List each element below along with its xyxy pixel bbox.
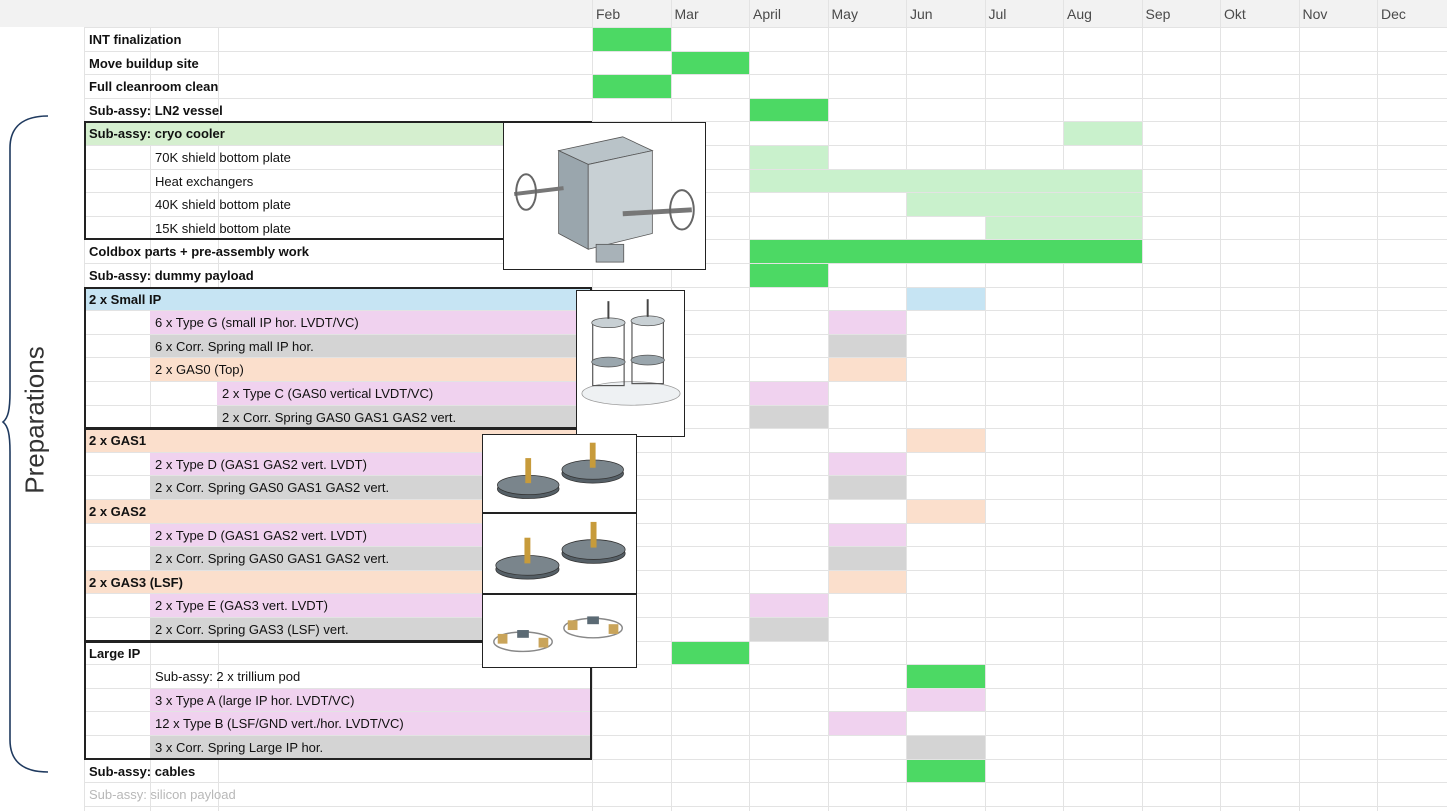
small-ip-group bbox=[84, 286, 592, 430]
schedule-bar bbox=[828, 476, 906, 499]
month-label-okt: Okt bbox=[1224, 6, 1246, 22]
h-gridline bbox=[84, 782, 1447, 784]
schedule-bar bbox=[907, 759, 985, 783]
schedule-bar bbox=[907, 500, 985, 523]
month-label-april: April bbox=[753, 6, 782, 22]
h-gridline bbox=[84, 50, 1447, 52]
schedule-bar bbox=[1064, 122, 1142, 145]
month-label-may: May bbox=[831, 6, 858, 22]
schedule-bar bbox=[671, 641, 749, 665]
cryo-cooler-render-icon bbox=[514, 136, 695, 263]
v-gridline bbox=[1298, 0, 1300, 811]
h-gridline bbox=[84, 805, 1447, 807]
schedule-bar bbox=[828, 311, 906, 334]
schedule-bar bbox=[828, 712, 906, 735]
month-label-jul: Jul bbox=[988, 6, 1007, 22]
h-gridline bbox=[84, 27, 1447, 28]
task-label: Sub-assy: cables bbox=[89, 763, 196, 779]
schedule-bar bbox=[907, 688, 985, 712]
schedule-bar bbox=[750, 618, 828, 641]
schedule-bar bbox=[828, 523, 906, 547]
small-ip-image bbox=[576, 290, 685, 437]
h-gridline bbox=[84, 74, 1447, 76]
month-label-sep: Sep bbox=[1145, 6, 1171, 22]
v-gridline bbox=[984, 0, 986, 811]
gas1-image bbox=[482, 434, 637, 513]
month-label-aug: Aug bbox=[1067, 6, 1092, 22]
small-ip-render-icon bbox=[581, 299, 681, 406]
month-label-feb: Feb bbox=[596, 6, 621, 22]
schedule-bar bbox=[907, 665, 985, 688]
task-label: Sub-assy: LN2 vessel bbox=[89, 102, 223, 118]
schedule-bar bbox=[828, 334, 906, 358]
v-gridline bbox=[1377, 0, 1378, 811]
schedule-bar bbox=[750, 264, 828, 287]
schedule-bar bbox=[750, 382, 828, 405]
v-gridline bbox=[1141, 0, 1143, 811]
schedule-bar bbox=[907, 736, 985, 759]
gas2-image bbox=[482, 513, 637, 594]
task-label: Sub-assy: dummy payload bbox=[89, 268, 254, 283]
task-label: Coldbox parts + pre-assembly work bbox=[89, 244, 309, 260]
task-label: Move buildup site bbox=[89, 55, 199, 71]
task-label: INT finalization bbox=[89, 32, 182, 47]
schedule-bar bbox=[593, 28, 671, 51]
schedule-bar bbox=[828, 452, 906, 476]
schedule-bar bbox=[985, 216, 1142, 240]
lsf-render-icon bbox=[493, 616, 623, 653]
schedule-bar bbox=[907, 193, 1142, 216]
gas-filter-render-icon bbox=[495, 521, 626, 580]
schedule-bar bbox=[593, 75, 671, 98]
schedule-bar bbox=[828, 570, 906, 594]
schedule-bar bbox=[750, 169, 1142, 193]
v-gridline bbox=[827, 0, 829, 811]
gas3-image bbox=[482, 594, 637, 668]
cryo-cooler-image bbox=[503, 122, 706, 270]
v-gridline bbox=[1220, 0, 1221, 811]
schedule-bar bbox=[828, 358, 906, 381]
gantt-sheet: Feb Mar April May Jun Jul Aug Sep Okt Nov Dec INT … bbox=[0, 0, 1447, 811]
month-label-nov: Nov bbox=[1302, 6, 1328, 22]
schedule-bar bbox=[750, 98, 828, 122]
schedule-bar bbox=[750, 146, 828, 169]
schedule-bar bbox=[828, 547, 906, 570]
schedule-bar bbox=[750, 240, 1142, 263]
month-label-dec: Dec bbox=[1381, 6, 1406, 22]
schedule-bar bbox=[750, 594, 828, 617]
task-label: Sub-assy: silicon payload bbox=[89, 787, 236, 803]
schedule-bar bbox=[750, 405, 828, 429]
gas-filter-render-icon bbox=[497, 442, 624, 499]
schedule-bar bbox=[671, 51, 749, 75]
month-label-mar: Mar bbox=[674, 6, 699, 22]
preparations-label: Preparations bbox=[19, 346, 50, 494]
schedule-bar bbox=[907, 429, 985, 452]
month-label-jun: Jun bbox=[910, 6, 933, 22]
task-label: Full cleanroom clean bbox=[89, 79, 219, 95]
schedule-bar bbox=[907, 287, 985, 311]
